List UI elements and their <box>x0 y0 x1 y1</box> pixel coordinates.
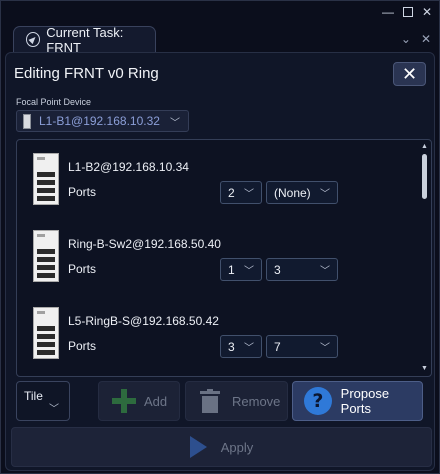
question-icon: ? <box>304 387 332 415</box>
edit-panel: Editing FRNT v0 Ring ✕ Focal Point Devic… <box>5 52 435 471</box>
tab-current-task[interactable]: Current Task: FRNT <box>13 24 156 55</box>
apply-button-label: Apply <box>220 439 254 455</box>
page-title: Editing FRNT v0 Ring <box>14 65 159 82</box>
task-window: — ✕ Current Task: FRNT ⌄ ✕ Editing FRNT … <box>0 0 440 474</box>
switch-device-icon <box>33 153 59 205</box>
chevron-down-icon: ﹀ <box>320 189 330 200</box>
port-number-select[interactable]: 3 ﹀ <box>220 335 262 358</box>
chevron-down-icon: ﹀ <box>244 189 254 200</box>
layout-select-value: Tile <box>24 389 43 403</box>
trash-icon <box>200 389 220 413</box>
scroll-down-icon[interactable]: ▼ <box>421 365 428 373</box>
close-editor-button[interactable]: ✕ <box>393 62 426 86</box>
plus-icon <box>112 389 136 413</box>
port-value: (None) <box>274 185 311 200</box>
port-value-select[interactable]: 3 ﹀ <box>266 258 338 281</box>
tab-close-icon[interactable]: ✕ <box>421 32 431 46</box>
tab-menu-chevron-icon[interactable]: ⌄ <box>401 32 411 46</box>
scroll-up-icon[interactable]: ▲ <box>421 143 428 151</box>
port-value: 7 <box>274 339 281 354</box>
ports-label: Ports <box>68 185 97 199</box>
tab-tools: ⌄ ✕ <box>401 32 431 46</box>
remove-button[interactable]: Remove <box>185 381 288 421</box>
list-item: L1-B2@192.168.10.34 Ports 2 ﹀ (None) ﹀ <box>31 153 411 219</box>
propose-ports-button[interactable]: ? Propose Ports <box>292 381 423 421</box>
port-value: 3 <box>274 262 281 277</box>
ports-label: Ports <box>68 339 97 353</box>
port-value-select[interactable]: 7 ﹀ <box>266 335 338 358</box>
switch-device-icon <box>33 230 59 282</box>
list-item: Ring-B-Sw2@192.168.50.40 Ports 1 ﹀ 3 ﹀ <box>31 230 411 296</box>
switch-device-icon <box>33 307 59 359</box>
chevron-down-icon: ﹀ <box>170 117 180 129</box>
scroll-thumb[interactable] <box>422 154 427 199</box>
focal-point-select[interactable]: L1-B1@192.168.10.32 ﹀ <box>16 110 189 132</box>
remove-button-label: Remove <box>232 393 281 409</box>
ports-label: Ports <box>68 262 97 276</box>
maximize-icon <box>403 7 413 17</box>
port-number-select[interactable]: 2 ﹀ <box>220 181 262 204</box>
navigation-arrow-icon <box>26 32 41 47</box>
port-value-select[interactable]: (None) ﹀ <box>266 181 338 204</box>
window-close-button[interactable]: ✕ <box>420 5 434 19</box>
device-name: L1-B2@192.168.10.34 <box>68 160 189 174</box>
window-chrome: — ✕ <box>1 1 439 25</box>
port-number-select[interactable]: 1 ﹀ <box>220 258 262 281</box>
ring-device-list[interactable]: L1-B2@192.168.10.34 Ports 2 ﹀ (None) ﹀ R… <box>16 139 432 377</box>
focal-point-value: L1-B1@192.168.10.32 <box>39 114 160 128</box>
add-button[interactable]: Add <box>98 381 180 421</box>
maximize-button[interactable] <box>401 5 415 19</box>
port-number-value: 2 <box>228 185 235 200</box>
add-button-label: Add <box>144 393 168 409</box>
chevron-down-icon: ﹀ <box>244 343 254 354</box>
focal-point-label: Focal Point Device <box>16 97 92 107</box>
device-name: Ring-B-Sw2@192.168.50.40 <box>68 237 221 251</box>
list-item: L5-RingB-S@192.168.50.42 Ports 3 ﹀ 7 ﹀ <box>31 307 411 373</box>
chevron-down-icon: ﹀ <box>320 266 330 277</box>
port-number-value: 3 <box>228 339 235 354</box>
play-icon <box>189 436 207 458</box>
chevron-down-icon: ﹀ <box>320 343 330 354</box>
chevron-down-icon: ﹀ <box>244 266 254 277</box>
switch-device-icon <box>23 113 31 129</box>
device-name: L5-RingB-S@192.168.50.42 <box>68 314 219 328</box>
minimize-button[interactable]: — <box>381 5 395 19</box>
chevron-down-icon: ﹀ <box>49 404 59 415</box>
apply-button[interactable]: Apply <box>11 427 432 467</box>
tab-label: Current Task: FRNT <box>46 24 124 55</box>
layout-select[interactable]: Tile ﹀ <box>16 381 70 421</box>
list-scrollbar[interactable]: ▲ ▼ <box>421 143 428 373</box>
propose-ports-label: Propose Ports <box>340 386 390 416</box>
port-number-value: 1 <box>228 262 235 277</box>
